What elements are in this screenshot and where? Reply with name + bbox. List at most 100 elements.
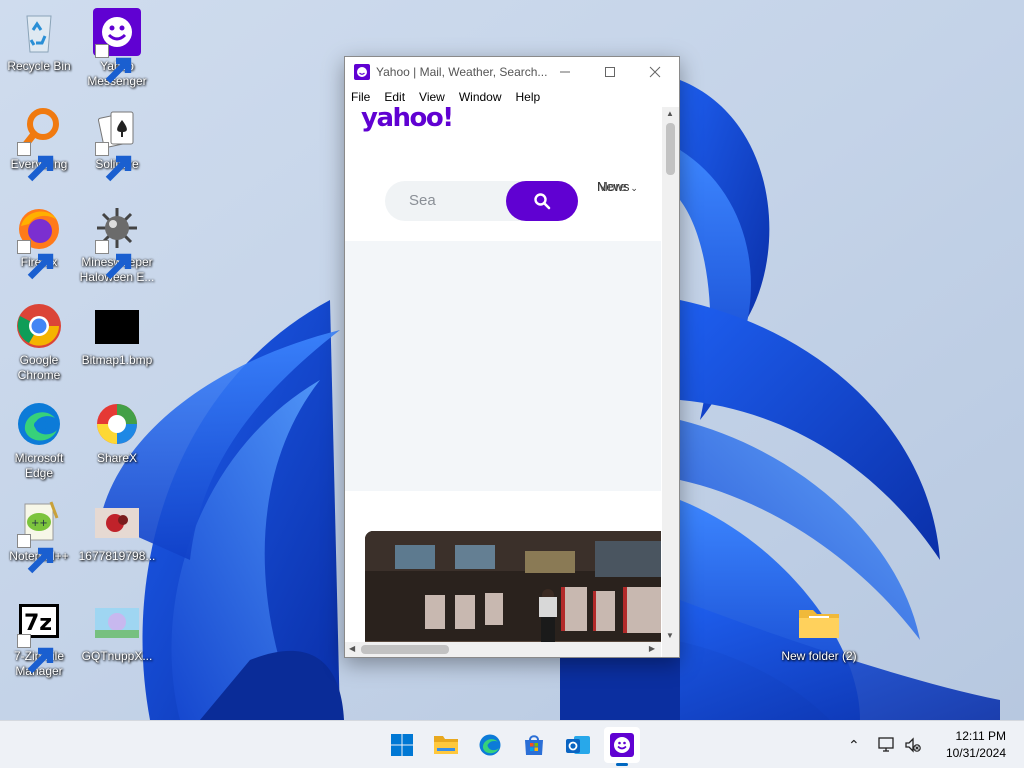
shortcut-arrow-icon [17,142,54,182]
sharex-icon [93,400,141,448]
search-button[interactable] [506,181,578,221]
active-app-indicator [616,763,628,766]
scroll-down-arrow-icon[interactable]: ▼ [666,631,674,640]
minimize-button[interactable] [543,57,587,87]
chevron-down-icon: ⌄ [630,183,638,193]
horizontal-scrollbar[interactable]: ◀ ▶ [345,642,661,657]
desktop-icon-7zip[interactable]: 7z 7-Zip File Manager [0,598,78,679]
image-thumbnail-icon [93,498,141,546]
window-title: Yahoo | Mail, Weather, Search... [376,65,548,79]
desktop-icon-firefox[interactable]: Firefox [0,204,78,280]
desktop-icon-microsoft-edge[interactable]: Microsoft Edge [0,400,78,481]
playing-cards-icon [93,106,141,182]
menu-window[interactable]: Window [459,90,502,104]
menu-file[interactable]: File [351,90,370,104]
clock-time: 12:11 PM [955,729,1006,743]
seven-zip-icon: 7z [15,598,63,674]
desktop-icon-label: New folder (2) [781,649,857,663]
desktop-icon-label: Microsoft Edge [14,451,64,480]
yahoo-logo[interactable]: yahoo! [361,107,454,133]
outlook-icon [566,736,590,754]
chevron-up-icon[interactable]: ⌃ [848,737,860,754]
desktop-icon-label: Recycle Bin [7,59,71,73]
scroll-right-arrow-icon[interactable]: ▶ [649,644,655,653]
bitmap-thumbnail-icon [93,302,141,350]
network-icon[interactable] [878,737,896,753]
menu-help[interactable]: Help [516,90,541,104]
taskbar-edge[interactable] [472,727,508,763]
folder-icon [434,736,458,754]
firefox-icon [15,204,63,280]
horizontal-scroll-thumb[interactable] [361,645,449,654]
shortcut-arrow-icon [95,142,132,182]
desktop-icon-solitaire[interactable]: Solitaire [78,106,156,182]
menu-view[interactable]: View [419,90,445,104]
nav-more-link[interactable]: News More ⌄ [597,179,638,194]
shortcut-arrow-icon [17,534,54,574]
desktop-icon-new-folder[interactable]: New folder (2) [780,598,858,664]
close-button[interactable] [633,57,677,87]
search-input[interactable]: Sea [385,181,525,221]
desktop-icon-label: ShareX [96,451,138,465]
clock-date: 10/31/2024 [945,746,1006,760]
svg-text:7z: 7z [24,611,52,636]
shortcut-arrow-icon [17,240,54,280]
taskbar-file-explorer[interactable] [428,727,464,763]
desktop-icon-yahoo-messenger[interactable]: Yahoo Messenger [78,8,156,89]
desktop-icon-minesweeper[interactable]: Minesweeper Haloween E... [78,204,156,285]
svg-text:++: ++ [31,518,48,529]
desktop-icon-bitmap[interactable]: Bitmap1.bmp [78,302,156,368]
image-thumbnail-icon [93,598,141,646]
desktop-icon-everything[interactable]: Everything [0,106,78,182]
volume-muted-icon[interactable] [904,737,922,753]
system-tray: ⌃ [848,721,922,768]
desktop-icon-label: Google Chrome [17,353,61,382]
maximize-icon [605,67,615,77]
windows-logo-icon [391,734,413,756]
desktop-icon-recycle-bin[interactable]: Recycle Bin [0,8,78,74]
search-bar: Sea [385,181,578,221]
vertical-scrollbar[interactable]: ▲ ▼ [662,107,679,642]
start-button[interactable] [384,727,420,763]
desktop-icon-notepad-plus-plus[interactable]: ++ Notepad++ [0,498,78,574]
taskbar-outlook[interactable] [560,727,596,763]
shortcut-arrow-icon [17,634,54,674]
close-icon [649,66,661,78]
menu-bar: File Edit View Window Help [345,87,679,107]
recycle-bin-icon [15,8,63,56]
notepad-plus-plus-icon: ++ [15,498,63,574]
edge-icon [479,734,501,756]
desktop-icon-label: 1677819798... [78,549,156,563]
news-photo[interactable] [365,531,661,642]
desktop-icon-image-file[interactable]: 1677819798... [78,498,156,564]
shortcut-arrow-icon [95,44,132,84]
vertical-scroll-thumb[interactable] [666,123,675,175]
desktop-icon-label: Bitmap1.bmp [81,353,153,367]
mine-icon [93,204,141,280]
web-content[interactable]: yahoo! Sea News More ⌄ [345,107,661,642]
desktop-icon-google-chrome[interactable]: Google Chrome [0,302,78,383]
scroll-up-arrow-icon[interactable]: ▲ [666,109,674,118]
news-photo-image [365,531,661,642]
yahoo-messenger-icon [354,64,370,80]
yahoo-messenger-icon [610,733,634,757]
shortcut-arrow-icon [95,240,132,280]
maximize-button[interactable] [588,57,632,87]
taskbar-store[interactable] [516,727,552,763]
ad-placeholder [345,241,661,491]
taskbar-clock[interactable]: 12:11 PM 10/31/2024 [946,728,1006,762]
desktop-icon-gqtnuppx[interactable]: GQTnuppX... [78,598,156,664]
taskbar: ⌃ 12:11 PM 10/31/2024 [0,720,1024,768]
desktop-icon-label: GQTnuppX... [81,649,153,663]
taskbar-yahoo-messenger[interactable] [604,727,640,766]
scrollbar-corner [662,642,679,657]
window-titlebar[interactable]: Yahoo | Mail, Weather, Search... [345,57,679,87]
yahoo-messenger-window[interactable]: Yahoo | Mail, Weather, Search... File Ed… [344,56,680,658]
scroll-left-arrow-icon[interactable]: ◀ [349,644,355,653]
nav-more-label: More [597,179,627,194]
menu-edit[interactable]: Edit [384,90,405,104]
folder-icon [795,598,843,646]
magnifier-icon [15,106,63,182]
minimize-icon [560,71,570,73]
desktop-icon-sharex[interactable]: ShareX [78,400,156,466]
